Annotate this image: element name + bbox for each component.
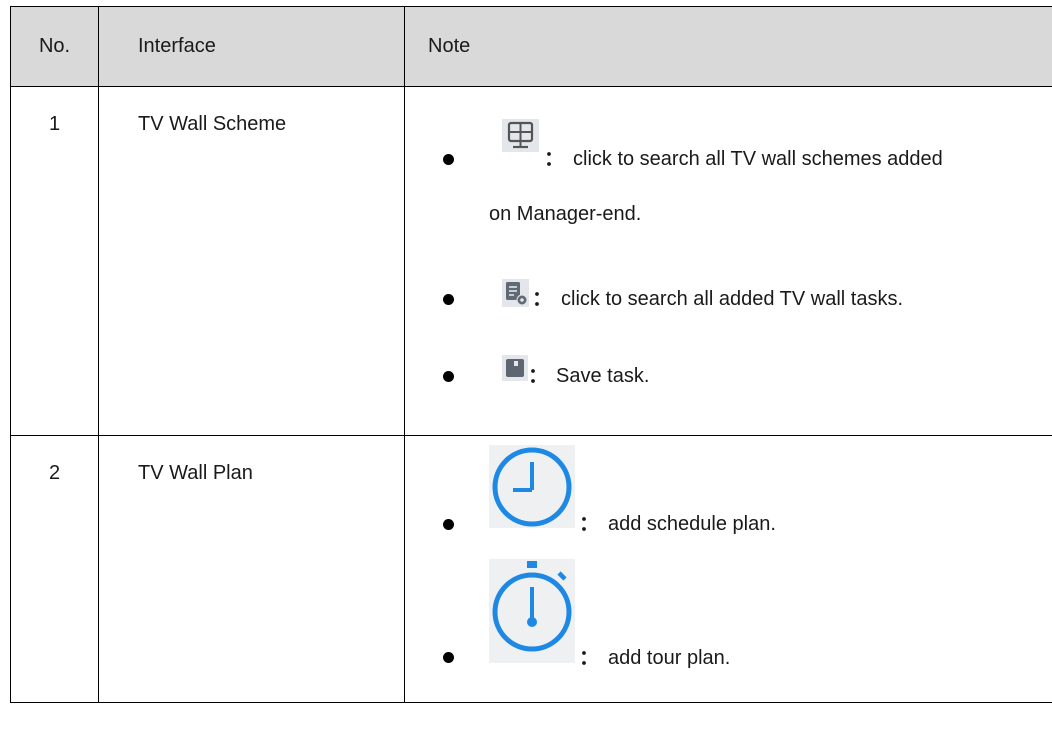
colon-separator: ： — [528, 365, 548, 387]
note-text: add tour plan. — [608, 647, 731, 669]
note-text: click to search all TV wall schemes adde… — [573, 148, 943, 170]
bullet-icon — [443, 652, 454, 663]
table-row: 2 TV Wall Plan ： add schedule plan. ： ad… — [10, 435, 1052, 703]
note-text-continued: on Manager-end. — [489, 203, 642, 225]
colon-separator: ： — [579, 647, 599, 669]
header-no: No. — [10, 6, 99, 87]
row-note: ： add schedule plan. ： add tour plan. — [404, 435, 1052, 703]
stopwatch-icon — [489, 559, 575, 663]
header-note: Note — [404, 6, 1052, 87]
note-text: Save task. — [556, 365, 650, 387]
document-table: No. Interface Note 1 TV Wall Scheme ： cl… — [10, 6, 1052, 703]
colon-separator: ： — [579, 513, 599, 535]
colon-separator: ： — [532, 288, 552, 310]
colon-separator: ： — [544, 148, 564, 170]
bullet-icon — [443, 154, 454, 165]
table-row: 1 TV Wall Scheme ： click to search all T… — [10, 86, 1052, 436]
note-text: add schedule plan. — [608, 513, 776, 535]
table-header-row: No. Interface Note — [10, 6, 1052, 87]
note-text: click to search all added TV wall tasks. — [561, 288, 904, 310]
save-icon — [502, 355, 528, 381]
task-settings-icon — [502, 279, 529, 307]
row-note: ： click to search all TV wall schemes ad… — [404, 86, 1052, 436]
bullet-icon — [443, 294, 454, 305]
bullet-icon — [443, 371, 454, 382]
row-interface: TV Wall Plan — [98, 435, 405, 703]
row-interface: TV Wall Scheme — [98, 86, 405, 436]
bullet-icon — [443, 519, 454, 530]
row-number: 1 — [10, 86, 99, 436]
row-number: 2 — [10, 435, 99, 703]
clock-icon — [489, 445, 575, 528]
tv-wall-scheme-icon — [502, 119, 539, 152]
header-interface: Interface — [98, 6, 405, 87]
